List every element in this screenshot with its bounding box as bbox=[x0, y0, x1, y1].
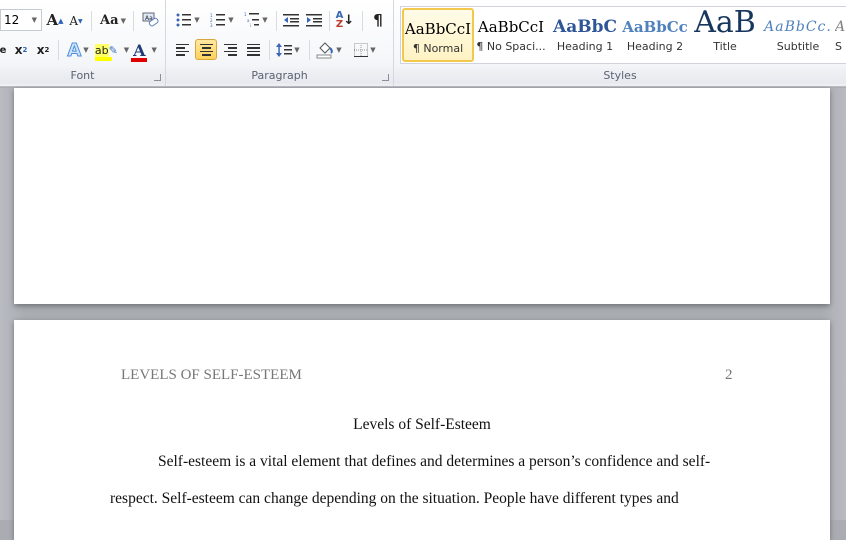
align-left-button[interactable] bbox=[172, 40, 192, 59]
chevron-down-icon: ▼ bbox=[294, 45, 300, 54]
shading-button[interactable]: ▼ bbox=[314, 39, 344, 60]
sort-icon: AZ bbox=[335, 10, 344, 30]
chevron-down-icon: ▼ bbox=[370, 45, 376, 54]
sort-button[interactable]: A Z ↓ bbox=[334, 10, 356, 30]
shrink-font-icon: ▼ bbox=[78, 17, 83, 25]
style-heading-2[interactable]: AaBbCc Heading 2 bbox=[619, 8, 691, 62]
font-group: 12 ▼ A ▲ A ▼ Aa ▼ Aa e x2 x2 A ▼ ab✎ ▼ A ▼ Font bbox=[0, 0, 166, 86]
multilevel-list-button[interactable]: 1 a i ▼ bbox=[241, 11, 271, 29]
align-left-icon bbox=[175, 43, 189, 56]
numbering-icon: 123 bbox=[210, 13, 226, 27]
highlighter-icon: ab✎ bbox=[94, 43, 118, 61]
font-dialog-launcher-icon[interactable] bbox=[154, 74, 161, 81]
style-subtitle[interactable]: AaBbCc. Subtitle bbox=[763, 8, 833, 62]
clear-formatting-icon: Aa bbox=[142, 12, 159, 27]
numbering-button[interactable]: 1 2 3 ▼ bbox=[207, 11, 237, 29]
style-title[interactable]: AaB Title bbox=[689, 8, 761, 62]
align-center-button[interactable] bbox=[195, 39, 217, 60]
subscript-button[interactable]: x2 bbox=[12, 41, 30, 59]
highlight-button[interactable]: ab✎ ▼ bbox=[94, 40, 130, 61]
chevron-down-icon: ▼ bbox=[194, 16, 200, 24]
borders-button[interactable]: ▼ bbox=[350, 40, 380, 59]
chevron-down-icon: ▼ bbox=[336, 45, 342, 54]
chevron-down-icon: ▼ bbox=[83, 46, 89, 54]
align-center-icon bbox=[199, 43, 213, 56]
shrink-font-button[interactable]: A ▼ bbox=[68, 12, 84, 30]
running-head: LEVELS OF SELF-ESTEEM bbox=[121, 367, 302, 383]
paragraph-dialog-launcher-icon[interactable] bbox=[382, 74, 389, 81]
decrease-indent-icon bbox=[283, 14, 299, 27]
document-title[interactable]: Levels of Self-Esteem bbox=[14, 416, 830, 434]
chevron-down-icon: ▼ bbox=[151, 46, 157, 54]
font-group-label: Font bbox=[0, 68, 165, 84]
grow-font-button[interactable]: A ▲ bbox=[46, 10, 64, 30]
ribbon: 12 ▼ A ▲ A ▼ Aa ▼ Aa e x2 x2 A ▼ ab✎ ▼ A ▼ Font… bbox=[0, 0, 846, 87]
style-normal[interactable]: AaBbCcI ¶ Normal bbox=[402, 8, 474, 62]
grow-font-icon: ▲ bbox=[58, 15, 64, 25]
svg-text:1: 1 bbox=[244, 12, 247, 17]
font-size-value: 12 bbox=[4, 13, 20, 27]
style-subtle-emphasis[interactable]: A S bbox=[835, 8, 846, 62]
increase-indent-icon bbox=[306, 14, 322, 27]
bullets-icon bbox=[176, 13, 192, 27]
justify-icon bbox=[246, 43, 260, 56]
style-no-spacing[interactable]: AaBbCcI ¶ No Spaci... bbox=[475, 8, 547, 62]
align-right-icon bbox=[223, 43, 237, 56]
font-color-icon: A bbox=[131, 40, 148, 62]
superscript-button[interactable]: x2 bbox=[34, 41, 52, 59]
chevron-down-icon: ▼ bbox=[120, 15, 126, 25]
strikethrough-button[interactable]: e bbox=[0, 42, 6, 58]
font-size-combobox[interactable]: 12 ▼ bbox=[0, 9, 42, 31]
pilcrow-icon: ¶ bbox=[373, 11, 383, 29]
page-number: 2 bbox=[725, 367, 733, 383]
page-1[interactable] bbox=[14, 88, 830, 304]
document-workspace[interactable]: LEVELS OF SELF-ESTEEM 2 Levels of Self-E… bbox=[0, 88, 846, 540]
chevron-down-icon: ▼ bbox=[31, 16, 37, 24]
show-formatting-marks-button[interactable]: ¶ bbox=[368, 10, 388, 30]
chevron-down-icon: ▼ bbox=[123, 46, 130, 54]
svg-text:i: i bbox=[250, 23, 251, 28]
paragraph-group: ▼ 1 2 3 ▼ 1 a i ▼ A Z ↓ ¶ ▼ ▼ ▼ Paragrap… bbox=[166, 0, 394, 86]
clear-formatting-button[interactable]: Aa bbox=[140, 10, 160, 30]
borders-icon bbox=[354, 42, 369, 57]
bullets-button[interactable]: ▼ bbox=[174, 11, 202, 29]
styles-gallery: AaBbCcI ¶ Normal AaBbCcI ¶ No Spaci... A… bbox=[400, 6, 846, 64]
style-heading-1[interactable]: AaBbC Heading 1 bbox=[549, 8, 621, 62]
page-2[interactable]: LEVELS OF SELF-ESTEEM 2 Levels of Self-E… bbox=[14, 320, 830, 540]
chevron-down-icon: ▼ bbox=[262, 16, 268, 24]
styles-group-label: Styles bbox=[394, 68, 846, 84]
font-color-button[interactable]: A ▼ bbox=[130, 39, 160, 62]
svg-text:3: 3 bbox=[210, 23, 213, 27]
justify-button[interactable] bbox=[243, 40, 263, 59]
line-spacing-icon bbox=[276, 42, 293, 57]
multilevel-list-icon: 1ai bbox=[244, 12, 260, 28]
text-effects-icon: A bbox=[67, 39, 82, 61]
line-spacing-button[interactable]: ▼ bbox=[274, 40, 302, 59]
change-case-button[interactable]: Aa ▼ bbox=[99, 10, 127, 30]
body-line[interactable]: Self-esteem is a vital element that defi… bbox=[158, 453, 710, 471]
chevron-down-icon: ▼ bbox=[228, 16, 234, 24]
align-right-button[interactable] bbox=[220, 40, 240, 59]
decrease-indent-button[interactable] bbox=[281, 11, 301, 29]
paragraph-group-label: Paragraph bbox=[166, 68, 393, 84]
text-effects-button[interactable]: A ▼ bbox=[64, 39, 92, 61]
increase-indent-button[interactable] bbox=[304, 11, 324, 29]
body-line[interactable]: respect. Self-esteem can change dependin… bbox=[110, 490, 679, 508]
paint-bucket-icon bbox=[316, 41, 334, 58]
